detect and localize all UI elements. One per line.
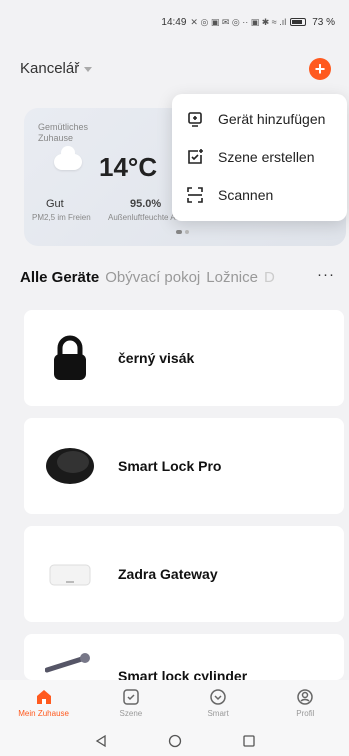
cylinder-icon [42, 648, 98, 680]
scan-icon [187, 187, 203, 203]
system-nav-bar [0, 726, 349, 756]
tab-bedroom[interactable]: Ložnice [206, 269, 258, 286]
page-indicator [176, 230, 189, 234]
tab-profile[interactable]: Profil [270, 688, 340, 718]
menu-item-label: Szene erstellen [218, 149, 315, 165]
tab-scene[interactable]: Szene [96, 688, 166, 718]
device-name: černý visák [118, 350, 195, 366]
tab-living-room[interactable]: Obývací pokoj [105, 269, 200, 286]
menu-item-add-device[interactable]: Gerät hinzufügen [172, 100, 347, 138]
cloud-icon [54, 146, 82, 170]
menu-item-label: Scannen [218, 187, 274, 203]
device-card[interactable]: černý visák [24, 310, 344, 406]
status-bar: 14:49 ✕ ◎ ▣ ✉ ◎ ·· ▣ ✱ ≈ .ıl 73 % [0, 0, 349, 44]
menu-item-label: Gerät hinzufügen [218, 111, 326, 127]
battery-level: 73 % [312, 16, 335, 28]
status-time: 14:49 [161, 16, 187, 28]
notification-icons: ✕ ◎ ▣ ✉ ◎ ·· ▣ ✱ ≈ .ıl [190, 16, 287, 27]
smart-icon [210, 689, 226, 705]
device-name: Smart Lock Pro [118, 458, 222, 474]
home-circle-icon[interactable] [168, 734, 182, 748]
more-icon[interactable]: ··· [317, 266, 335, 283]
air-quality-label: PM2,5 im Freien [32, 213, 91, 222]
tab-my-home[interactable]: Mein Zuhause [9, 688, 79, 718]
home-icon [36, 690, 51, 704]
device-name: Smart lock cylinder [118, 668, 248, 680]
tab-more-room[interactable]: D [264, 269, 275, 286]
scene-icon [123, 689, 139, 705]
profile-icon [297, 689, 314, 705]
tab-smart[interactable]: Smart [183, 688, 253, 718]
chevron-down-icon [84, 66, 93, 72]
recent-apps-icon[interactable] [242, 734, 256, 748]
home-name: Kancelář [20, 59, 80, 77]
add-button[interactable]: + [309, 58, 331, 80]
padlock-icon [42, 330, 98, 386]
add-device-icon [188, 112, 202, 127]
room-tabs: Alle Geräte Obývací pokoj Ložnice D [0, 266, 349, 288]
temperature: 14°C [99, 152, 158, 182]
weather-home-label: Gemütliches Zuhause [38, 122, 89, 143]
back-icon[interactable] [94, 734, 108, 748]
smart-lock-icon [42, 438, 98, 494]
battery-icon [290, 18, 307, 26]
air-quality-value: Gut [46, 198, 64, 210]
menu-item-create-scene[interactable]: Szene erstellen [172, 138, 347, 176]
device-card[interactable]: Zadra Gateway [24, 526, 344, 622]
device-card[interactable]: Smart Lock Pro [24, 418, 344, 514]
bottom-tab-bar: Mein Zuhause Szene Smart Profil [0, 680, 349, 726]
device-card[interactable]: Smart lock cylinder [24, 634, 344, 680]
add-menu-popup: Gerät hinzufügen Szene erstellen Scannen [172, 94, 347, 221]
create-scene-icon [188, 149, 203, 164]
menu-item-scan[interactable]: Scannen [172, 176, 347, 214]
device-name: Zadra Gateway [118, 566, 218, 582]
tab-all-devices[interactable]: Alle Geräte [20, 269, 99, 286]
humidity-value: 95.0% [130, 198, 162, 210]
top-bar: Kancelář + [0, 52, 349, 84]
home-selector[interactable]: Kancelář [20, 59, 93, 77]
gateway-icon [42, 546, 98, 602]
